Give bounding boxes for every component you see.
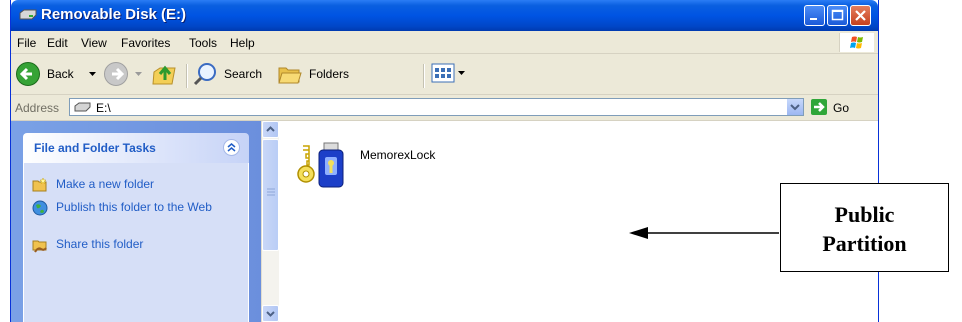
task-label: Make a new folder [56, 177, 155, 191]
menu-file[interactable]: File [17, 36, 36, 50]
scroll-down-icon[interactable] [262, 305, 279, 322]
explorer-window: Removable Disk (E:) File Edit View Favor… [10, 0, 879, 322]
title-bar[interactable]: Removable Disk (E:) [11, 0, 878, 31]
menu-view[interactable]: View [81, 36, 107, 50]
menu-bar: File Edit View Favorites Tools Help [11, 31, 878, 54]
task-panel-body: Make a new folder Publish this folder to… [23, 163, 249, 322]
back-arrow-icon [16, 62, 40, 86]
folders-label: Folders [309, 67, 350, 81]
new-folder-icon [32, 177, 47, 192]
back-button[interactable]: Back [15, 60, 83, 88]
folders-icon [278, 67, 302, 84]
search-icon [193, 63, 216, 86]
go-arrow-icon [811, 99, 827, 115]
task-panel-title: File and Folder Tasks [34, 141, 156, 155]
task-pane-scrollbar[interactable] [261, 121, 279, 322]
maximize-button[interactable] [827, 5, 848, 26]
menu-tools[interactable]: Tools [189, 36, 217, 50]
forward-arrow-icon[interactable] [103, 61, 129, 87]
toolbar: Back Search Folders [11, 54, 878, 95]
address-bar: Address E:\ Go [11, 95, 878, 121]
search-label: Search [224, 67, 263, 81]
file-item[interactable]: MemorexLock [296, 141, 496, 191]
key-lock-icon [297, 142, 344, 188]
up-folder-icon[interactable] [151, 60, 179, 88]
menu-edit[interactable]: Edit [47, 36, 68, 50]
task-pane: File and Folder Tasks Make a new folder … [11, 121, 261, 322]
go-label: Go [833, 101, 850, 115]
scroll-thumb[interactable] [262, 139, 279, 251]
views-button[interactable] [431, 63, 467, 85]
menu-favorites[interactable]: Favorites [121, 36, 170, 50]
search-button[interactable]: Search [193, 60, 273, 88]
task-label: Publish this folder to the Web [56, 200, 212, 214]
back-dropdown-icon[interactable] [89, 72, 96, 77]
views-dropdown-icon [458, 71, 465, 75]
back-label: Back [47, 67, 74, 81]
close-button[interactable] [850, 5, 871, 26]
scroll-up-icon[interactable] [262, 121, 279, 138]
task-label: Share this folder [56, 237, 144, 251]
share-folder-icon [32, 240, 47, 253]
views-icon [431, 63, 455, 83]
window-title: Removable Disk (E:) [41, 6, 187, 23]
drive-icon [74, 102, 91, 112]
chevron-down-icon [790, 104, 800, 111]
drive-icon [19, 9, 37, 20]
task-panel-header[interactable]: File and Folder Tasks [23, 133, 249, 163]
windows-logo-icon [839, 33, 874, 52]
file-name: MemorexLock [360, 148, 436, 162]
toolbar-separator [186, 64, 188, 88]
toolbar-separator [423, 64, 425, 88]
go-button[interactable]: Go [811, 99, 871, 117]
annotation-callout: Public Partition [780, 183, 949, 272]
address-value: E:\ [96, 101, 111, 115]
globe-icon [32, 200, 48, 216]
address-dropdown-button[interactable] [786, 99, 803, 115]
callout-text: Public Partition [822, 202, 907, 256]
minimize-button[interactable] [804, 5, 825, 26]
address-field[interactable]: E:\ [69, 98, 804, 116]
address-label: Address [15, 101, 60, 115]
forward-dropdown-icon[interactable] [135, 72, 142, 77]
collapse-icon[interactable] [223, 139, 240, 156]
folders-button[interactable]: Folders [277, 60, 361, 88]
menu-help[interactable]: Help [230, 36, 255, 50]
